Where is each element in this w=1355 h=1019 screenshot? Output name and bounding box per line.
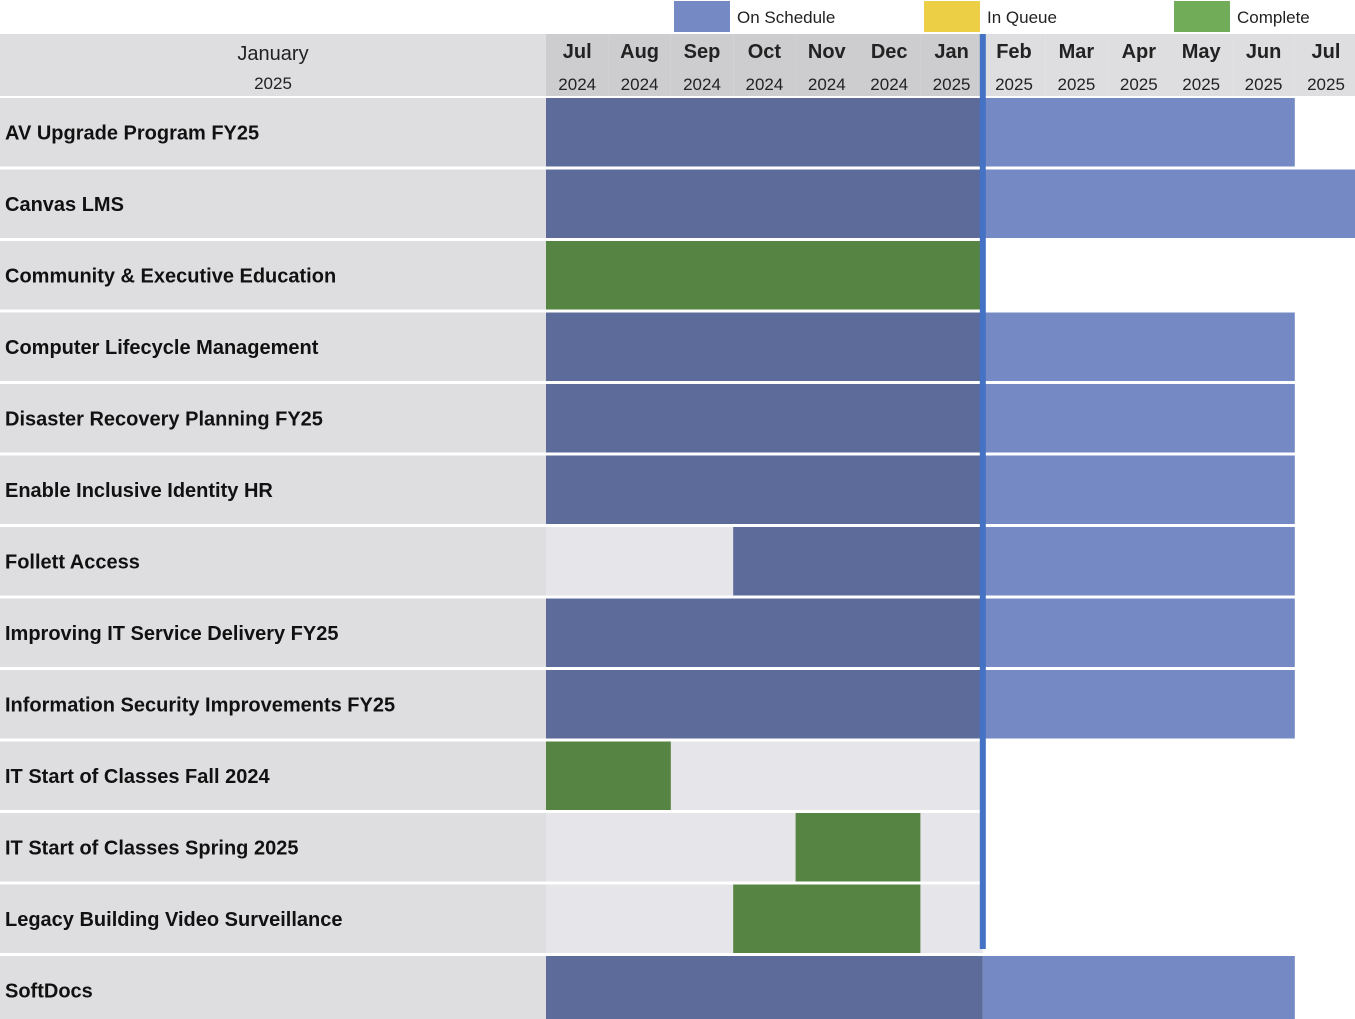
bar-on-schedule-remaining [982,312,1295,381]
month-tick-label: Jun [1246,41,1282,63]
year-tick-label: 2024 [745,75,783,94]
task-row-enable-inclusive-identity-hr: Enable Inclusive Identity HR [0,455,1295,524]
year-tick-label: 2024 [870,75,908,94]
timeline-header: January 2025 Jul 2024 Aug 2024 Sep 2024 Oct 202… [0,34,1355,96]
task-row-legacy-building-video-surveillance: Legacy Building Video Surveillance [0,884,983,953]
task-row-improving-it-service-delivery-fy25: Improving IT Service Delivery FY25 [0,598,1295,667]
task-label: Enable Inclusive Identity HR [5,480,273,502]
task-label: SoftDocs [5,980,93,1002]
task-label: IT Start of Classes Fall 2024 [5,766,270,788]
bar-on-schedule-remaining [982,956,1295,1019]
bar-on-schedule-remaining [982,98,1295,167]
bar-on-schedule-elapsed [546,384,983,453]
today-marker-layer [979,34,986,949]
legend-swatch-complete [1174,1,1230,32]
task-row-computer-lifecycle-management: Computer Lifecycle Management [0,312,1295,381]
task-label: AV Upgrade Program FY25 [5,122,259,144]
today-marker-line [979,34,986,949]
bar-complete [733,884,921,953]
year-tick-label: 2025 [1307,75,1345,94]
task-label: Computer Lifecycle Management [5,337,319,359]
task-label: Information Security Improvements FY25 [5,694,395,716]
legend-label-on-schedule: On Schedule [737,8,835,27]
task-label: Follett Access [5,551,140,573]
bar-on-schedule-elapsed [546,598,983,667]
year-tick-label: 2025 [1182,75,1220,94]
task-row-av-upgrade-program-fy25: AV Upgrade Program FY25 [0,98,1295,167]
task-label: Improving IT Service Delivery FY25 [5,623,338,645]
task-row-disaster-recovery-planning-fy25: Disaster Recovery Planning FY25 [0,384,1295,453]
task-row-it-start-of-classes-fall-2024: IT Start of Classes Fall 2024 [0,741,983,810]
task-label: IT Start of Classes Spring 2025 [5,837,298,859]
task-label: Canvas LMS [5,194,124,216]
bar-on-schedule-elapsed [546,455,983,524]
task-label: Disaster Recovery Planning FY25 [5,408,323,430]
bar-on-schedule-elapsed [546,98,983,167]
legend-label-complete: Complete [1237,8,1310,27]
task-row-information-security-improvements-fy25: Information Security Improvements FY25 [0,670,1295,739]
bar-on-schedule-remaining [982,670,1295,739]
task-row-community-and-executive-education: Community & Executive Education [0,241,983,310]
bar-complete [546,741,671,810]
bar-on-schedule-remaining [982,455,1295,524]
legend-swatch-in-queue [924,1,980,32]
bar-on-schedule-elapsed [546,956,983,1019]
gantt-chart: On Schedule In Queue Complete January 2025… [0,1,1355,1019]
task-row-canvas-lms: Canvas LMS [0,169,1355,238]
month-tick-label: Apr [1122,41,1157,63]
bar-on-schedule-remaining [982,384,1295,453]
year-tick-label: 2025 [1245,75,1283,94]
bar-on-schedule-remaining [982,527,1295,596]
bar-on-schedule-elapsed [733,527,983,596]
month-tick-label: Nov [808,41,847,63]
task-row-softdocs: SoftDocs [0,956,1295,1019]
task-row-it-start-of-classes-spring-2025: IT Start of Classes Spring 2025 [0,813,983,882]
bar-complete [795,813,921,882]
task-rows: AV Upgrade Program FY25 Canvas LMS Communi… [0,98,1355,1019]
task-row-follett-access: Follett Access [0,527,1295,596]
month-tick-label: Sep [684,41,721,63]
bar-on-schedule-remaining [982,169,1355,238]
month-tick-label: May [1182,41,1222,63]
year-tick-label: 2024 [683,75,721,94]
legend-label-in-queue: In Queue [987,8,1057,27]
bar-on-schedule-elapsed [546,670,983,739]
month-tick-label: Jan [934,41,968,63]
header-year: 2025 [254,74,292,93]
year-tick-label: 2024 [558,75,596,94]
month-tick-label: Mar [1059,41,1095,63]
bar-complete [546,241,983,310]
year-tick-label: 2025 [1120,75,1158,94]
month-tick-label: Jul [563,41,592,63]
header-month: January [237,43,308,65]
year-tick-label: 2025 [995,75,1033,94]
bar-on-schedule-remaining [982,598,1295,667]
bar-on-schedule-elapsed [546,312,983,381]
legend: On Schedule In Queue Complete [674,1,1310,32]
year-tick-label: 2024 [808,75,846,94]
month-tick-label: Jul [1312,41,1341,63]
year-tick-label: 2025 [933,75,971,94]
task-label: Community & Executive Education [5,265,336,287]
bar-on-schedule-elapsed [546,169,983,238]
month-tick-label: Oct [748,41,782,63]
legend-swatch-on-schedule [674,1,730,32]
year-tick-label: 2024 [621,75,659,94]
month-tick-label: Dec [871,41,908,63]
task-label: Legacy Building Video Surveillance [5,909,343,931]
month-tick-label: Aug [620,41,659,63]
year-tick-label: 2025 [1057,75,1095,94]
month-tick-label: Feb [996,41,1032,63]
